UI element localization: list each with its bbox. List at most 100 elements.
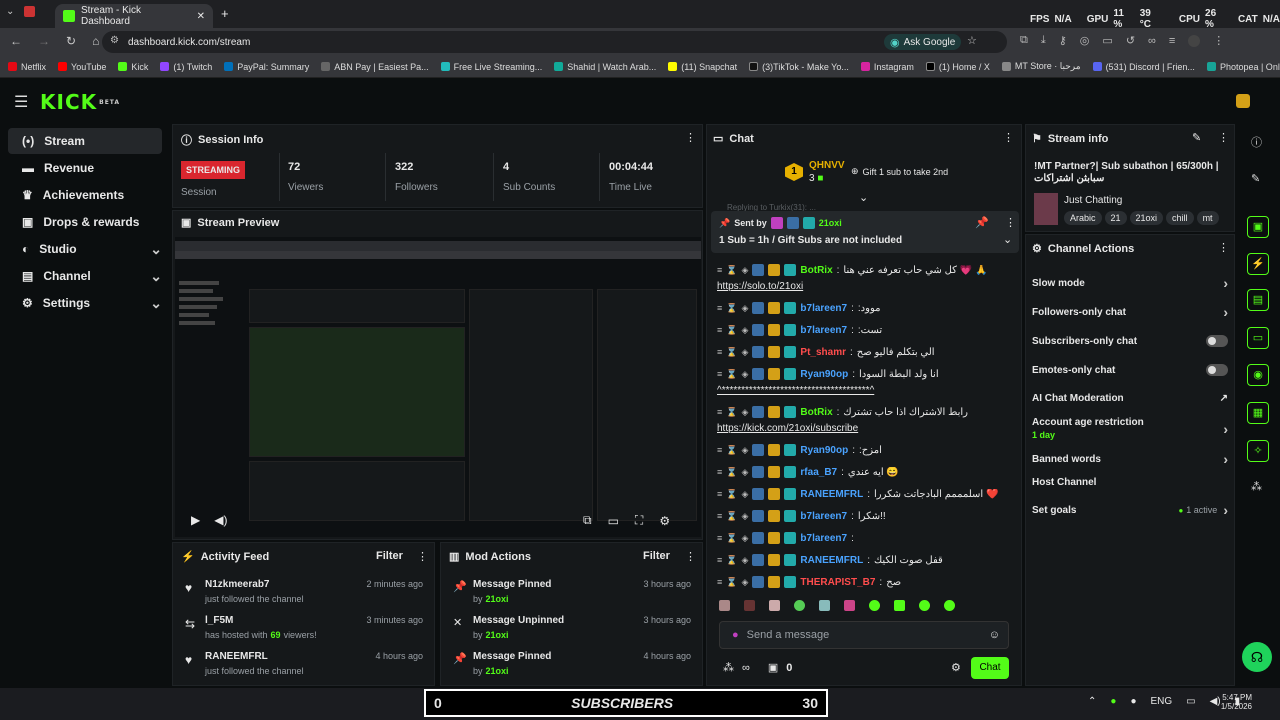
sidebar-item-drops[interactable]: ▣ Drops & rewards <box>8 209 162 235</box>
preview-video[interactable]: ▶ ◀) ⧉ ▭ ⛶ ⚙ <box>175 237 701 537</box>
emote-icon[interactable] <box>919 600 930 611</box>
shield-icon[interactable]: ◈ <box>741 489 748 500</box>
chat-settings-icon[interactable]: ⚙ <box>951 661 961 674</box>
wrench-icon[interactable]: ✧ <box>1247 440 1269 462</box>
chat-username[interactable]: THERAPIST_B7 <box>800 577 875 588</box>
more-menu-icon[interactable]: ⋮ <box>1218 131 1229 144</box>
layout-icon[interactable]: ▦ <box>1247 402 1269 424</box>
sidebar-item-achievements[interactable]: ♛ Achievements <box>8 182 162 208</box>
chat-link[interactable]: https://solo.to/21oxi <box>717 281 1017 297</box>
emote-icon[interactable] <box>869 600 880 611</box>
chat-username[interactable]: b7lareen7 <box>800 303 847 314</box>
community-icon[interactable]: ⁂ <box>1251 480 1262 493</box>
shield-icon[interactable]: ◈ <box>741 369 748 380</box>
menu-handle-icon[interactable]: ≡ <box>717 533 722 543</box>
more-menu-icon[interactable]: ⋮ <box>1213 34 1224 47</box>
action-account-age[interactable]: Account age restriction 1 day › <box>1032 417 1228 440</box>
chat-link[interactable]: ^**************************************^ <box>717 385 1017 401</box>
more-menu-icon[interactable]: ⋮ <box>685 131 696 144</box>
emote-icon[interactable] <box>744 600 755 611</box>
forward-icon[interactable]: → <box>38 34 50 48</box>
more-menu-icon[interactable]: ⋮ <box>1003 131 1014 144</box>
close-tab-icon[interactable]: ✕ <box>197 11 205 22</box>
chat-link[interactable]: https://kick.com/21oxi/subscribe <box>717 423 1017 439</box>
tag[interactable]: mt <box>1196 211 1219 225</box>
chat-message[interactable]: ≡ ⌛ ◈ RANEEMFRL: قفل صوت الكيك <box>717 549 1017 571</box>
category-name[interactable]: Just Chatting <box>1064 195 1122 206</box>
chat-username[interactable]: b7lareen7 <box>800 533 847 544</box>
sidebar-item-stream[interactable]: (•) Stream <box>8 128 162 154</box>
bookmark-tiktok[interactable]: (3)TikTok - Make Yo... <box>749 62 849 72</box>
pip-icon[interactable]: ⧉ <box>583 513 592 528</box>
chat-username[interactable]: Pt_shamr <box>800 347 846 358</box>
emote-icon[interactable] <box>894 600 905 611</box>
emote-icon[interactable] <box>794 600 805 611</box>
extensions-icon[interactable]: ⧉ <box>1020 34 1028 47</box>
tag[interactable]: chill <box>1166 211 1194 225</box>
menu-handle-icon[interactable]: ≡ <box>717 407 722 417</box>
chat-message[interactable]: ≡ ⌛ ◈ Pt_shamr: الي بتكلم فاليو صح <box>717 341 1017 363</box>
chat-message[interactable]: ≡ ⌛ ◈ BotRix: رابط الاشتراك اذا حاب تشترك <box>717 401 1017 423</box>
menu-handle-icon[interactable]: ≡ <box>717 325 722 335</box>
key-icon[interactable]: ⚷ <box>1059 34 1067 47</box>
shield-icon[interactable]: ◈ <box>741 577 748 588</box>
shield-icon[interactable]: ◈ <box>741 347 748 358</box>
settings-gear-icon[interactable]: ⚙ <box>659 514 670 528</box>
rail-button-a[interactable]: ▣ <box>1247 216 1269 238</box>
chat-message[interactable]: ≡ ⌛ ◈ RANEEMFRL: اسلمممم البادجاتت شكررا ❤️ <box>717 483 1017 505</box>
shield-icon[interactable]: ◈ <box>741 265 748 276</box>
home-icon[interactable]: ⌂ <box>92 34 99 48</box>
bookmark-youtube[interactable]: YouTube <box>58 62 106 72</box>
profile-avatar-icon[interactable] <box>1188 34 1201 47</box>
bookmark-photopea[interactable]: Photopea | Online P... <box>1206 62 1280 72</box>
hourglass-icon[interactable]: ⌛ <box>726 489 737 500</box>
chat-message[interactable]: ≡ ⌛ ◈ b7lareen7: <box>717 527 1017 549</box>
more-menu-icon[interactable]: ⋮ <box>417 550 428 563</box>
chat-username[interactable]: BotRix <box>800 265 832 276</box>
hourglass-icon[interactable]: ⌛ <box>726 347 737 358</box>
chat-message[interactable]: ≡ ⌛ ◈ rfaa_B7: ايه عندي 😄 <box>717 461 1017 483</box>
chat-username[interactable]: b7lareen7 <box>800 325 847 336</box>
menu-handle-icon[interactable]: ≡ <box>717 347 722 357</box>
back-icon[interactable]: ← <box>10 34 22 48</box>
sidebar-item-channel[interactable]: ▤ Channel ⌄ <box>8 263 162 289</box>
hamburger-menu-icon[interactable]: ☰ <box>14 92 28 112</box>
sidebar-item-studio[interactable]: ◐ Studio ⌄ <box>8 236 162 262</box>
emotes-only-toggle[interactable] <box>1206 364 1228 376</box>
download-icon[interactable]: ⤓ <box>1041 34 1046 47</box>
mod-user[interactable]: 21oxi <box>486 666 509 676</box>
activity-user[interactable]: RANEEMFRL <box>205 651 268 662</box>
hourglass-icon[interactable]: ⌛ <box>726 577 737 588</box>
spotify-icon[interactable]: ● <box>1110 696 1116 707</box>
reload-icon[interactable]: ↻ <box>66 34 76 48</box>
activity-user[interactable]: l_F5M <box>205 615 233 626</box>
hourglass-icon[interactable]: ⌛ <box>726 555 737 566</box>
hourglass-icon[interactable]: ⌛ <box>726 511 737 522</box>
bookmark-shahid[interactable]: Shahid | Watch Arab... <box>554 62 656 72</box>
card-icon[interactable]: ▭ <box>1102 34 1112 47</box>
hourglass-icon[interactable]: ⌛ <box>726 303 737 314</box>
emote-icon[interactable] <box>819 600 830 611</box>
tag[interactable]: 21 <box>1104 211 1127 225</box>
emote-icon[interactable] <box>769 600 780 611</box>
action-host-channel[interactable]: Host Channel <box>1032 477 1228 488</box>
pinned-user[interactable]: 21oxi <box>819 218 842 228</box>
chat-username[interactable]: Ryan90op <box>800 369 848 380</box>
shield-icon[interactable]: ◈ <box>741 445 748 456</box>
chat-username[interactable]: RANEEMFRL <box>800 555 863 566</box>
shield-icon[interactable]: ◈ <box>741 303 748 314</box>
tag[interactable]: 21oxi <box>1129 211 1164 225</box>
menu-handle-icon[interactable]: ≡ <box>717 265 722 275</box>
user-avatar-icon[interactable] <box>1236 94 1250 108</box>
chat-message[interactable]: ≡ ⌛ ◈ b7lareen7: شكراً!! <box>717 505 1017 527</box>
hourglass-icon[interactable]: ⌛ <box>726 265 737 276</box>
eye-icon[interactable]: ◎ <box>1080 34 1090 47</box>
sidebar-item-settings[interactable]: ⚙ Settings ⌄ <box>8 290 162 316</box>
bookmark-instagram[interactable]: Instagram <box>860 62 914 72</box>
bookmark-twitch[interactable]: (1) Twitch <box>160 62 212 72</box>
menu-handle-icon[interactable]: ≡ <box>717 511 722 521</box>
play-icon[interactable]: ▶ <box>191 513 200 527</box>
action-followers-only[interactable]: Followers-only chat › <box>1032 304 1228 320</box>
hourglass-icon[interactable]: ⌛ <box>726 467 737 478</box>
edit-icon[interactable]: ✎ <box>1251 172 1260 185</box>
